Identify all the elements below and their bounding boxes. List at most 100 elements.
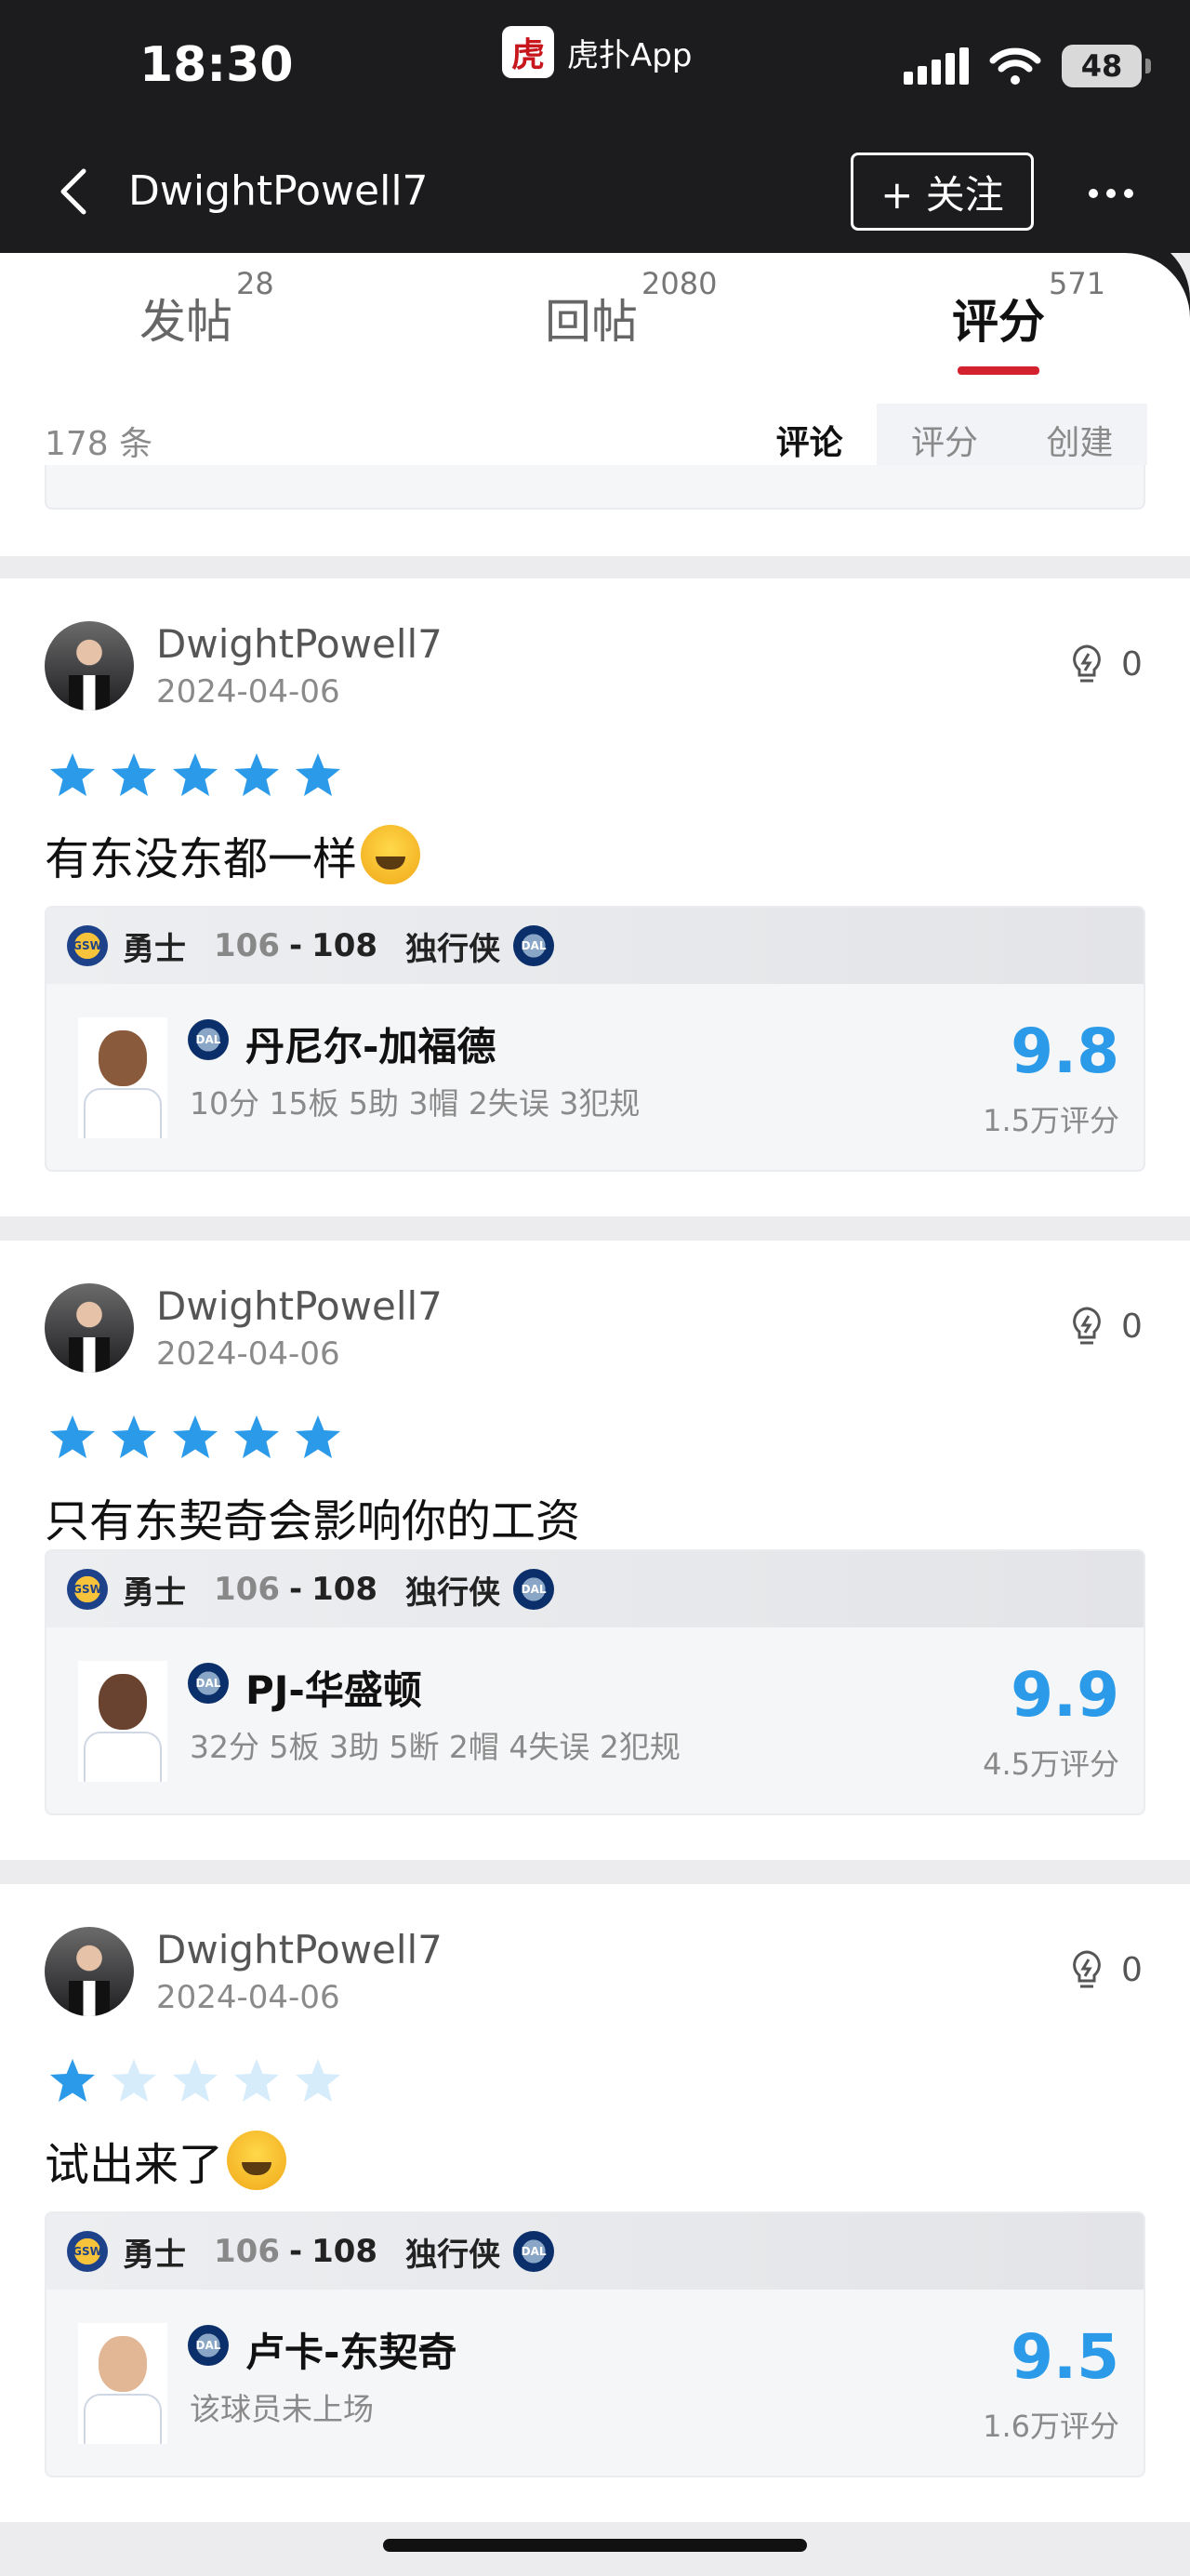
player-stats: 10分 15板 5助 3帽 2失误 3犯规 bbox=[190, 1085, 641, 1122]
star-empty-icon bbox=[234, 2059, 279, 2102]
light-button[interactable]: 0 bbox=[1069, 1306, 1143, 1347]
away-team: 独行侠 bbox=[405, 1573, 501, 1612]
light-count: 0 bbox=[1121, 1307, 1143, 1346]
status-time: 18:30 bbox=[139, 37, 294, 93]
status-app-indicator: 虎 虎扑App bbox=[502, 26, 692, 78]
comment-text: 有东没东都一样 bbox=[45, 822, 421, 887]
username[interactable]: DwightPowell7 bbox=[156, 1283, 443, 1329]
filter-row: 178 条 评论 评分 创建 bbox=[0, 383, 1190, 476]
tab-ratings-count: 571 bbox=[1049, 266, 1106, 301]
match-header: GSW 勇士 106 - 108 独行侠 DAL bbox=[46, 1551, 1144, 1627]
hupu-logo-icon: 虎 bbox=[502, 26, 554, 78]
star-filled-icon bbox=[173, 753, 218, 796]
home-team: 勇士 bbox=[123, 2236, 186, 2274]
tab-ratings-label: 评分 bbox=[952, 295, 1045, 349]
previous-match-box bbox=[45, 465, 1145, 510]
light-count: 0 bbox=[1121, 644, 1143, 684]
light-button[interactable]: 0 bbox=[1069, 1949, 1143, 1990]
avatar[interactable] bbox=[45, 1927, 134, 2016]
player-stats: 32分 5板 3助 5断 2帽 4失误 2犯规 bbox=[190, 1729, 681, 1765]
star-filled-icon bbox=[112, 753, 156, 796]
player-name: PJ-华盛顿 bbox=[245, 1667, 422, 1713]
score-separator: - bbox=[288, 927, 303, 964]
match-box[interactable]: GSW 勇士 106 - 108 独行侠 DAL DAL PJ-华盛顿 32分 … bbox=[45, 1549, 1145, 1815]
match-box[interactable]: GSW 勇士 106 - 108 独行侠 DAL DAL 丹尼尔-加福德 10分… bbox=[45, 906, 1145, 1172]
star-filled-icon bbox=[50, 753, 95, 796]
signal-icon bbox=[904, 47, 969, 85]
wifi-icon bbox=[989, 47, 1041, 85]
status-app-name: 虎扑App bbox=[567, 36, 693, 74]
player-row[interactable]: DAL PJ-华盛顿 32分 5板 3助 5断 2帽 4失误 2犯规 9.9 4… bbox=[46, 1627, 1144, 1813]
tab-posts[interactable]: 发帖 28 bbox=[139, 266, 274, 352]
lightbulb-icon bbox=[1073, 1950, 1101, 1988]
result-count: 178 条 bbox=[45, 425, 153, 463]
home-team: 勇士 bbox=[123, 930, 186, 968]
page: 18:30 虎 虎扑App 48 DwightPowell7 + 关注 发帖 2… bbox=[0, 0, 1190, 2576]
laughing-tears-emoji-icon bbox=[361, 825, 421, 884]
away-score: 108 bbox=[311, 927, 378, 964]
star-empty-icon bbox=[173, 2059, 218, 2102]
away-team: 独行侠 bbox=[405, 2236, 501, 2274]
rating-card[interactable]: DwightPowell7 2024-04-06 0 试出来了 GSW 勇士 1… bbox=[0, 1884, 1190, 2522]
player-score: 9.5 bbox=[1011, 2321, 1119, 2393]
back-icon[interactable] bbox=[56, 166, 93, 218]
comment-text: 试出来了 bbox=[45, 2128, 287, 2193]
username[interactable]: DwightPowell7 bbox=[156, 1927, 443, 1972]
rating-count: 1.6万评分 bbox=[983, 2409, 1119, 2444]
match-header: GSW 勇士 106 - 108 独行侠 DAL bbox=[46, 908, 1144, 984]
rating-count: 1.5万评分 bbox=[983, 1103, 1119, 1138]
star-filled-icon bbox=[50, 2059, 95, 2102]
tab-bar: 发帖 28 回帖 2080 评分 571 bbox=[0, 253, 1190, 383]
lightbulb-icon bbox=[1073, 644, 1101, 683]
comment-text: 只有东契奇会影响你的工资 bbox=[45, 1484, 580, 1549]
light-button[interactable]: 0 bbox=[1069, 644, 1143, 684]
star-rating bbox=[48, 1414, 342, 1460]
star-filled-icon bbox=[296, 753, 340, 796]
avatar[interactable] bbox=[45, 1283, 134, 1373]
comment-body: 有东没东都一样 bbox=[45, 833, 358, 885]
star-empty-icon bbox=[296, 2059, 340, 2102]
player-row[interactable]: DAL 丹尼尔-加福德 10分 15板 5助 3帽 2失误 3犯规 9.8 1.… bbox=[46, 984, 1144, 1170]
rating-card[interactable]: DwightPowell7 2024-04-06 0 只有东契奇会影响你的工资 … bbox=[0, 1241, 1190, 1860]
battery-icon: 48 bbox=[1062, 45, 1151, 87]
rating-card[interactable]: DwightPowell7 2024-04-06 0 有东没东都一样 GSW 勇… bbox=[0, 578, 1190, 1216]
player-stats: 该球员未上场 bbox=[190, 2391, 374, 2427]
top-bar: 18:30 虎 虎扑App 48 DwightPowell7 + 关注 bbox=[0, 0, 1190, 253]
previous-card-tail bbox=[0, 465, 1190, 556]
score-separator: - bbox=[288, 1571, 303, 1608]
home-score: 106 bbox=[214, 1571, 280, 1608]
home-team: 勇士 bbox=[123, 1573, 186, 1612]
follow-button[interactable]: + 关注 bbox=[851, 153, 1034, 231]
player-photo bbox=[78, 1017, 167, 1138]
player-score: 9.8 bbox=[1011, 1016, 1119, 1087]
mavericks-logo-icon: DAL bbox=[188, 2325, 229, 2366]
username[interactable]: DwightPowell7 bbox=[156, 621, 443, 667]
more-icon[interactable] bbox=[1088, 188, 1134, 199]
warriors-logo-icon: GSW bbox=[67, 2231, 108, 2272]
avatar[interactable] bbox=[45, 621, 134, 710]
post-date: 2024-04-06 bbox=[156, 673, 340, 710]
home-indicator bbox=[383, 2539, 807, 2552]
star-filled-icon bbox=[234, 753, 279, 796]
lightbulb-icon bbox=[1073, 1307, 1101, 1345]
away-team: 独行侠 bbox=[405, 930, 501, 968]
tab-posts-label: 发帖 bbox=[139, 295, 232, 349]
mavericks-logo-icon: DAL bbox=[513, 2231, 555, 2272]
match-box[interactable]: GSW 勇士 106 - 108 独行侠 DAL DAL 卢卡-东契奇 该球员未… bbox=[45, 2211, 1145, 2477]
warriors-logo-icon: GSW bbox=[67, 925, 108, 966]
mavericks-logo-icon: DAL bbox=[188, 1663, 229, 1704]
home-score: 106 bbox=[214, 2233, 280, 2270]
star-filled-icon bbox=[50, 1415, 95, 1458]
post-date: 2024-04-06 bbox=[156, 1335, 340, 1373]
mavericks-logo-icon: DAL bbox=[188, 1019, 229, 1060]
player-name: 丹尼尔-加福德 bbox=[245, 1024, 496, 1069]
player-row[interactable]: DAL 卢卡-东契奇 该球员未上场 9.5 1.6万评分 bbox=[46, 2290, 1144, 2476]
star-filled-icon bbox=[234, 1415, 279, 1458]
profile-title: DwightPowell7 bbox=[128, 167, 429, 215]
tab-replies[interactable]: 回帖 2080 bbox=[545, 266, 717, 352]
comment-body: 试出来了 bbox=[45, 2139, 224, 2191]
status-icons: 48 bbox=[904, 45, 1151, 87]
player-photo bbox=[78, 2323, 167, 2444]
away-score: 108 bbox=[311, 2233, 378, 2270]
tab-ratings[interactable]: 评分 571 bbox=[952, 266, 1105, 352]
